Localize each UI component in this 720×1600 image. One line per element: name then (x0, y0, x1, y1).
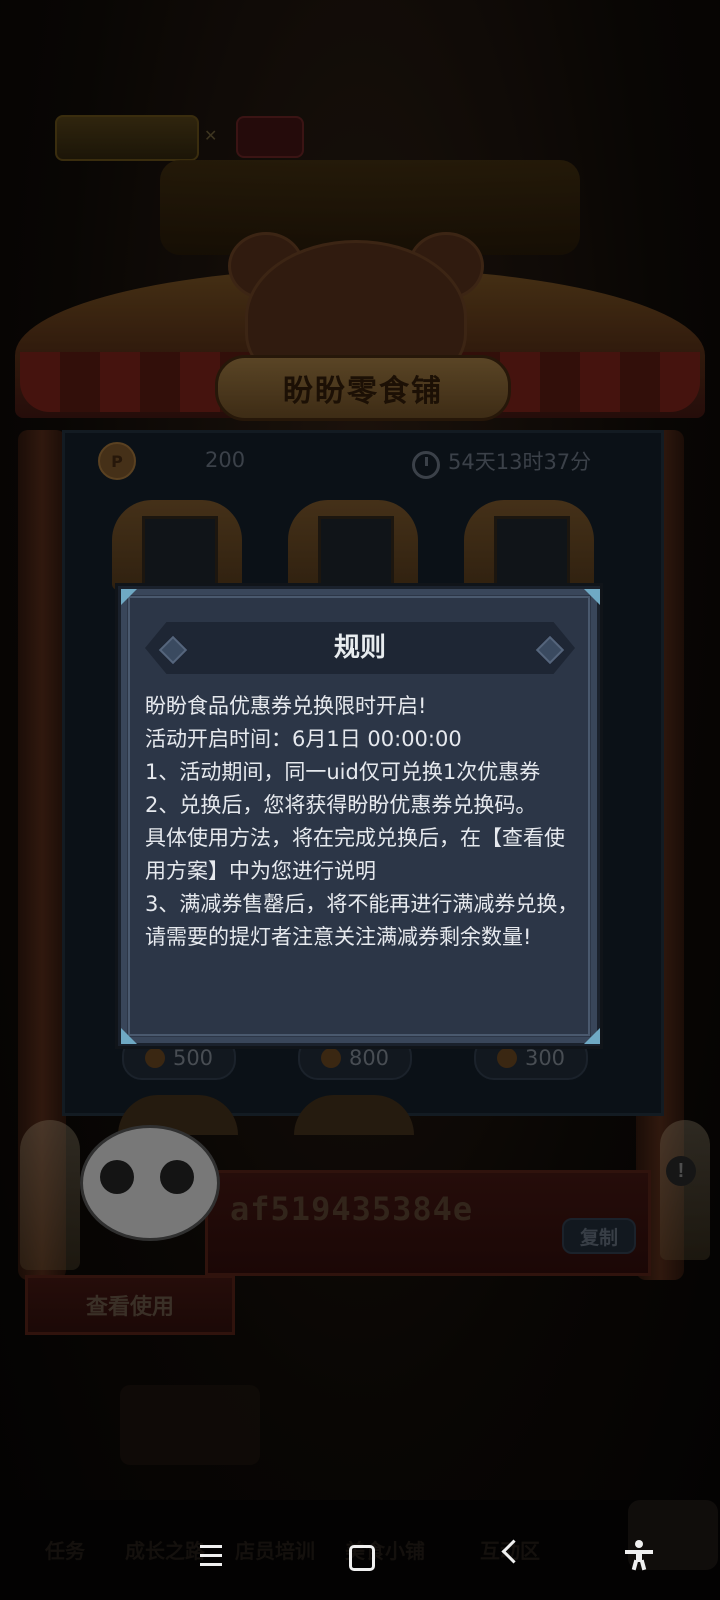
corner-ornament (121, 1028, 137, 1044)
rule-line: 1、活动期间，同一uid仅可兑换1次优惠券 (145, 760, 541, 784)
rule-line: 2、兑换后，您将获得盼盼优惠券兑换码。 (145, 793, 537, 817)
home-icon[interactable] (349, 1545, 375, 1571)
dialog-title: 规则 (333, 633, 386, 663)
rule-line: 具体使用方法，将在完成兑换后，在【查看使用方案】中为您进行说明 (145, 826, 565, 883)
rule-line: 3、满减券售罄后，将不能再进行满减券兑换，请需要的提灯者注意关注满减券剩余数量! (145, 892, 579, 949)
corner-ornament (584, 589, 600, 605)
rules-text: 盼盼食品优惠券兑换限时开启! 活动开启时间：6月1日 00:00:00 1、活动… (145, 690, 585, 954)
accessibility-icon[interactable] (625, 1540, 653, 1571)
corner-ornament (584, 1028, 600, 1044)
rule-line: 活动开启时间：6月1日 00:00:00 (145, 727, 462, 751)
corner-ornament (121, 589, 137, 605)
rule-line: 盼盼食品优惠券兑换限时开启! (145, 694, 427, 718)
menu-icon[interactable] (200, 1545, 224, 1572)
